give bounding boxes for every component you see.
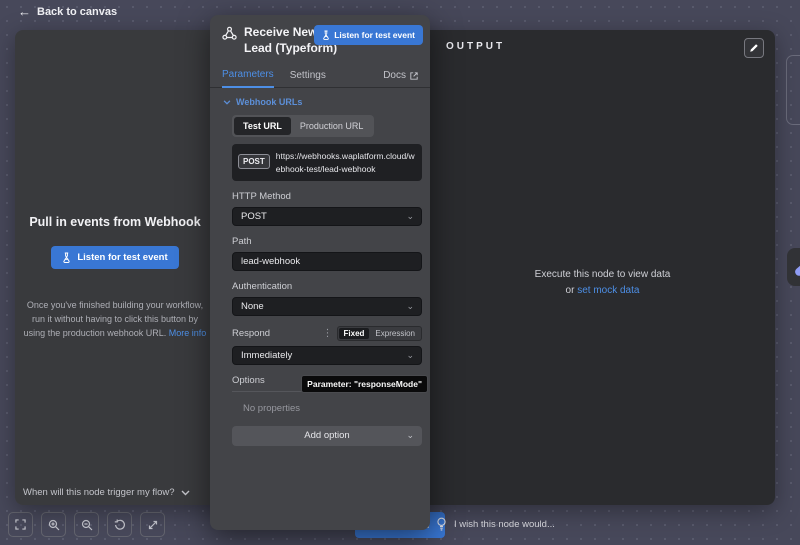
http-method-label: HTTP Method [232,191,422,202]
test-url-tab[interactable]: Test URL [234,117,291,135]
back-arrow-icon: ← [18,5,31,18]
webhook-url-text: https://webhooks.waplatform.cloud/webhoo… [276,150,416,175]
set-mock-data-link[interactable]: set mock data [577,285,639,296]
webhook-urls-label: Webhook URLs [236,97,302,107]
webhook-icon [222,26,237,41]
flask-icon [62,252,71,263]
chevron-down-icon [181,490,190,496]
assistant-swoosh-icon [793,255,800,278]
chevron-down-icon: ⌄ [406,211,414,222]
authentication-value: None [241,301,264,312]
http-method-select[interactable]: POST ⌄ [232,207,422,226]
back-to-canvas-label: Back to canvas [37,6,117,18]
docs-label: Docs [383,70,406,81]
output-panel: OUTPUT Execute this node to view data or… [430,30,775,505]
wish-input[interactable]: I wish this node would... [436,517,555,531]
fit-view-button[interactable] [8,512,33,537]
path-label: Path [232,236,422,247]
trigger-question-label: When will this node trigger my flow? [23,487,175,498]
listen-test-event-label: Listen for test event [334,30,415,40]
add-option-button[interactable]: Add option ⌄ [232,426,422,446]
webhook-url-display[interactable]: POST https://webhooks.waplatform.cloud/w… [232,144,422,181]
tab-parameters[interactable]: Parameters [222,69,274,88]
chevron-down-icon: ⌄ [406,301,414,312]
respond-label: Respond [232,328,270,339]
listen-test-event-label: Listen for test event [77,252,167,263]
path-value: lead-webhook [241,256,300,267]
more-info-link[interactable]: More info [169,328,207,338]
tab-docs[interactable]: Docs [383,70,418,87]
chevron-down-icon: ⌄ [406,430,414,441]
url-mode-toggle: Test URL Production URL [232,115,374,137]
webhook-urls-section-toggle[interactable]: Webhook URLs [223,97,419,107]
path-input[interactable]: lead-webhook [232,252,422,271]
external-link-icon [410,72,418,80]
output-empty-message: Execute this node to view data [430,267,775,283]
back-to-canvas-link[interactable]: ← Back to canvas [18,5,117,18]
edit-output-button[interactable] [744,38,764,58]
zoom-out-icon [81,519,93,531]
fit-view-icon [15,519,26,530]
chevron-down-icon [223,100,231,105]
fixed-expression-toggle: Fixed Expression [337,326,422,341]
listen-test-event-button-modal[interactable]: Listen for test event [314,25,423,45]
fixed-pill[interactable]: Fixed [339,328,370,339]
output-panel-header: OUTPUT [446,41,505,52]
add-option-label: Add option [304,430,349,441]
authentication-select[interactable]: None ⌄ [232,297,422,316]
flask-icon [322,30,330,40]
input-panel-title: Pull in events from Webhook [20,215,210,229]
lightbulb-icon [436,517,447,531]
http-method-badge: POST [238,154,270,169]
wish-placeholder: I wish this node would... [454,519,555,530]
zoom-in-button[interactable] [41,512,66,537]
reset-zoom-button[interactable] [107,512,132,537]
production-url-tab[interactable]: Production URL [291,117,373,135]
expression-pill[interactable]: Expression [370,328,420,339]
tidy-up-button[interactable] [140,512,165,537]
parameter-tooltip: Parameter: "responseMode" [301,375,428,393]
pencil-icon [749,43,759,53]
http-method-value: POST [241,211,267,222]
no-properties-text: No properties [243,403,419,414]
trigger-question-toggle[interactable]: When will this node trigger my flow? [23,487,190,498]
chevron-down-icon: ⌄ [406,350,414,361]
authentication-label: Authentication [232,281,422,292]
reset-zoom-icon [114,519,126,531]
node-settings-modal: Receive New Lead (Typeform) Listen for t… [210,15,430,530]
zoom-in-icon [48,519,60,531]
partial-canvas-node [786,55,800,125]
zoom-out-button[interactable] [74,512,99,537]
respond-select[interactable]: Immediately ⌄ [232,346,422,365]
canvas-zoom-controls [8,512,165,537]
output-empty-prefix: or [566,285,578,296]
tidy-up-icon [147,519,159,531]
listen-test-event-button-left[interactable]: Listen for test event [51,246,178,269]
respond-value: Immediately [241,350,292,361]
kebab-menu-icon[interactable]: ⋮ [319,328,337,339]
assistant-fab-partial[interactable] [787,248,800,286]
tab-settings[interactable]: Settings [290,70,326,87]
